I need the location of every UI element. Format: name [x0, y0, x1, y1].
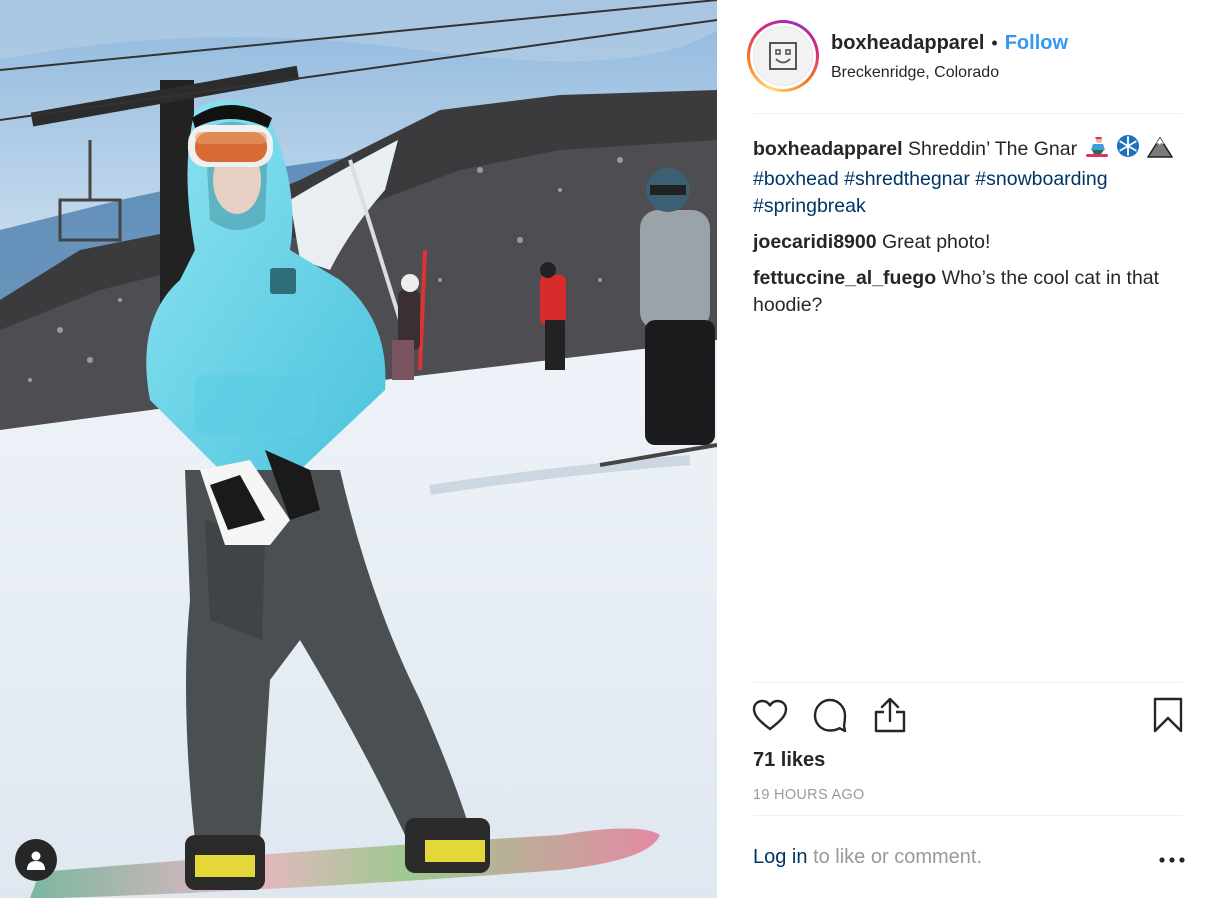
- comment-item: joecaridi8900 Great photo!: [753, 229, 1185, 256]
- comment-item: fettuccine_al_fuego Who’s the cool cat i…: [753, 265, 1185, 319]
- mountain-icon: [1146, 136, 1174, 166]
- share-icon: [874, 697, 906, 733]
- heart-icon: [752, 699, 788, 731]
- caption: boxheadapparel Shreddin’ The Gnar #boxhe…: [753, 134, 1185, 220]
- comment-username[interactable]: fettuccine_al_fuego: [753, 267, 936, 289]
- user-tag-icon: [27, 851, 45, 870]
- location-link[interactable]: Breckenridge, Colorado: [831, 64, 1068, 82]
- separator-dot: •: [991, 33, 998, 53]
- bookmark-icon: [1153, 697, 1183, 733]
- avatar-image: [753, 26, 813, 86]
- likes-count[interactable]: 71 likes: [753, 749, 825, 772]
- snowboarder-photo: [0, 0, 717, 898]
- snowboarder-icon: [1085, 136, 1109, 166]
- actions-divider: [753, 682, 1183, 683]
- comments-list: boxheadapparel Shreddin’ The Gnar #boxhe…: [753, 134, 1185, 328]
- hashtag-snowboarding[interactable]: #snowboarding: [975, 168, 1107, 190]
- comment-icon: [813, 698, 847, 733]
- avatar[interactable]: [747, 20, 819, 92]
- share-button[interactable]: [871, 696, 909, 734]
- hashtag-boxhead[interactable]: #boxhead: [753, 168, 839, 190]
- header-line: boxheadapparel • Follow: [831, 32, 1068, 55]
- comment-username[interactable]: joecaridi8900: [753, 231, 877, 253]
- username-link[interactable]: boxheadapparel: [831, 32, 984, 55]
- post-details-panel: boxheadapparel • Follow Breckenridge, Co…: [717, 0, 1217, 898]
- like-button[interactable]: [751, 696, 789, 734]
- caption-text: Shreddin’ The Gnar: [907, 138, 1078, 160]
- save-button[interactable]: [1149, 696, 1187, 734]
- comment-text: Great photo!: [882, 231, 991, 253]
- hashtag-springbreak[interactable]: #springbreak: [753, 195, 866, 217]
- action-bar: [751, 696, 1183, 736]
- boxhead-logo-icon: [769, 42, 797, 70]
- more-options-icon: [1159, 857, 1185, 863]
- login-link[interactable]: Log in: [753, 846, 808, 868]
- header-text: boxheadapparel • Follow Breckenridge, Co…: [831, 32, 1068, 82]
- post-photo[interactable]: [0, 0, 717, 898]
- caption-username[interactable]: boxheadapparel: [753, 138, 903, 160]
- snowflake-icon: [1116, 134, 1140, 166]
- login-prompt-text: to like or comment.: [813, 846, 983, 868]
- user-tag-button[interactable]: [15, 839, 57, 881]
- avatar-inner: [750, 23, 816, 89]
- footer-divider: [753, 815, 1183, 816]
- login-prompt: Log in to like or comment.: [753, 846, 982, 869]
- comment-button[interactable]: [811, 696, 849, 734]
- post-header: boxheadapparel • Follow Breckenridge, Co…: [747, 20, 1183, 114]
- post-timestamp[interactable]: 19 HOURS AGO: [753, 787, 865, 803]
- more-options-button[interactable]: [1157, 850, 1187, 870]
- follow-button[interactable]: Follow: [1005, 32, 1068, 55]
- hashtag-shredthegnar[interactable]: #shredthegnar: [844, 168, 970, 190]
